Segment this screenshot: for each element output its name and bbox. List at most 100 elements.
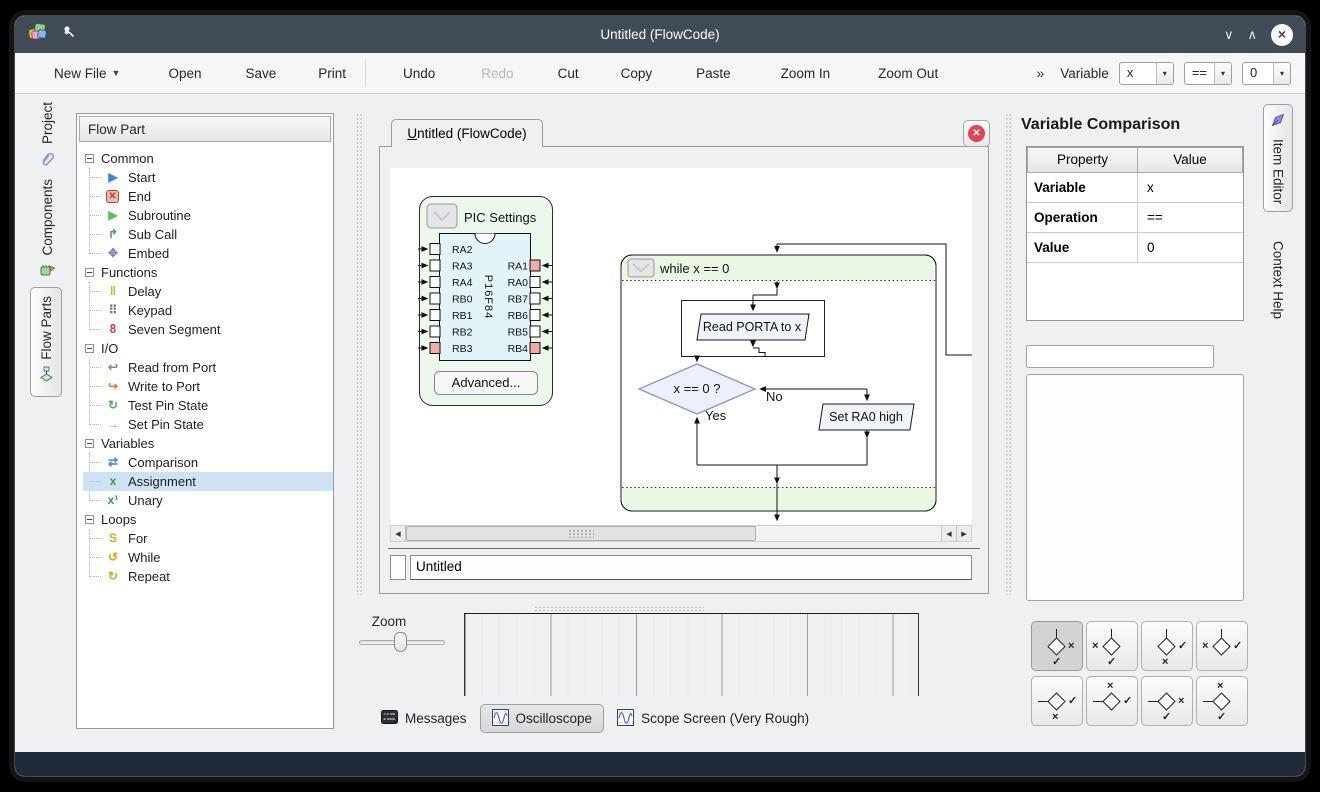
value-combobox[interactable]: 0 ▾ [1242, 62, 1291, 85]
palette-item-read-from-port[interactable]: ↩Read from Port [83, 358, 333, 377]
zoom-out-button[interactable]: Zoom Out [863, 53, 953, 93]
chip-pin[interactable] [530, 343, 540, 354]
decision-layout-button[interactable]: ×✓ [1141, 621, 1193, 671]
decision-layout-button[interactable]: ×✓ [1196, 676, 1248, 726]
chip-pin[interactable] [430, 260, 440, 271]
variable-combobox[interactable]: x ▾ [1119, 62, 1174, 85]
palette-item-start[interactable]: ▶Start [83, 168, 333, 187]
horizontal-scrollbar[interactable]: ◀ ◀ ▶ [390, 525, 972, 542]
copy-button[interactable]: Copy [606, 53, 668, 93]
open-button[interactable]: Open [153, 53, 216, 93]
chip-pin[interactable] [430, 310, 440, 321]
palette-item-repeat[interactable]: ↻Repeat [83, 567, 333, 586]
chip-pin[interactable] [430, 277, 440, 288]
chip-pin[interactable] [530, 260, 540, 271]
scroll-left-icon[interactable]: ◀ [941, 526, 956, 541]
chip-pin[interactable] [430, 326, 440, 337]
tree-group[interactable]: Loops [83, 510, 333, 529]
decision-layout-button[interactable]: ×✓ [1086, 676, 1138, 726]
undo-button[interactable]: Undo [388, 53, 450, 93]
chip-pin[interactable] [430, 343, 440, 354]
chip-pin[interactable] [530, 310, 540, 321]
zoom-slider-thumb[interactable] [394, 632, 407, 652]
palette-item-assignment[interactable]: xAssignment [83, 472, 333, 491]
palette-item-set-pin-state[interactable]: →Set Pin State [83, 415, 333, 434]
palette-item-seven-segment[interactable]: 8Seven Segment [83, 320, 333, 339]
palette-item-for[interactable]: SFor [83, 529, 333, 548]
read-porta-block[interactable]: Read PORTA to x [697, 314, 809, 340]
item-editor-listbox[interactable] [1026, 374, 1244, 601]
chip-pin[interactable] [530, 293, 540, 304]
flowchart-canvas[interactable]: PIC Settings RA2RA3RA4RB0RB1RB2RB3RA1RA0… [390, 168, 972, 525]
palette-item-while[interactable]: ↺While [83, 548, 333, 567]
left-splitter[interactable] [356, 113, 363, 595]
tab-untitled-flowcode[interactable]: Untitled (FlowCode) [391, 119, 543, 147]
chevron-down-icon[interactable]: ▾ [1214, 63, 1231, 84]
collapse-icon[interactable] [85, 154, 94, 163]
tree-group[interactable]: Functions [83, 263, 333, 282]
tab-messages[interactable]: Messages [375, 704, 473, 733]
palette-item-sub-call[interactable]: ↱Sub Call [83, 225, 333, 244]
tree-group[interactable]: Common [83, 149, 333, 168]
decision-layout-button[interactable]: ×✓ [1196, 621, 1248, 671]
chevron-down-icon[interactable]: ▾ [1156, 63, 1173, 84]
advanced-button[interactable]: Advanced... [435, 372, 538, 395]
palette-item-test-pin-state[interactable]: ↻Test Pin State [83, 396, 333, 415]
scroll-left-icon[interactable]: ◀ [391, 526, 406, 541]
palette-item-delay[interactable]: ‖Delay [83, 282, 333, 301]
collapse-icon[interactable] [85, 515, 94, 524]
scrollbar-track[interactable] [756, 526, 941, 541]
chip-pin[interactable] [430, 293, 440, 304]
save-button[interactable]: Save [230, 53, 291, 93]
paste-button[interactable]: Paste [681, 53, 746, 93]
decision-layout-button[interactable]: ×✓ [1141, 676, 1193, 726]
close-document-button[interactable]: ✕ [963, 120, 990, 147]
right-splitter[interactable] [1005, 113, 1012, 595]
oscilloscope-splitter[interactable] [534, 606, 704, 611]
tab-project[interactable]: Project [31, 102, 63, 173]
doc-name-checkbox[interactable] [390, 555, 406, 580]
close-window-icon[interactable]: × [1271, 24, 1293, 46]
scrollbar-thumb[interactable] [406, 526, 756, 541]
new-file-button[interactable]: New File▼ [39, 53, 135, 93]
chip-pin[interactable] [530, 326, 540, 337]
chevron-down-icon[interactable]: ▾ [1273, 63, 1290, 84]
doc-name-field[interactable]: Untitled [410, 555, 972, 580]
collapse-icon[interactable] [85, 344, 94, 353]
decision-layout-button[interactable]: ×✓ [1031, 621, 1083, 671]
tab-context-help[interactable]: Context Help [1263, 241, 1293, 319]
pic-settings-group[interactable]: PIC Settings RA2RA3RA4RB0RB1RB2RB3RA1RA0… [418, 197, 553, 406]
while-loop-group[interactable]: while x == 0 Read PORTA to x x == 0 ? [621, 244, 972, 521]
scroll-right-icon[interactable]: ▶ [956, 526, 971, 541]
tab-item-editor[interactable]: Item Editor [1263, 104, 1293, 212]
toolbar-overflow-icon[interactable]: » [1036, 65, 1044, 81]
palette-item-write-to-port[interactable]: ↪Write to Port [83, 377, 333, 396]
tab-scope-screen[interactable]: Scope Screen (Very Rough) [611, 704, 815, 733]
palette-item-unary[interactable]: x¹Unary [83, 491, 333, 510]
decision-layout-button[interactable]: ×✓ [1031, 676, 1083, 726]
tree-group[interactable]: I/O [83, 339, 333, 358]
cut-button[interactable]: Cut [543, 53, 594, 93]
chip-pin[interactable] [430, 244, 440, 255]
pin-icon[interactable] [61, 24, 77, 45]
operation-combobox[interactable]: == ▾ [1184, 62, 1232, 85]
zoom-in-button[interactable]: Zoom In [766, 53, 846, 93]
minimize-icon[interactable]: ∨ [1224, 27, 1234, 43]
palette-item-subroutine[interactable]: ▶Subroutine [83, 206, 333, 225]
tab-components[interactable]: Components [31, 179, 63, 283]
palette-item-embed[interactable]: ✥Embed [83, 244, 333, 263]
maximize-icon[interactable]: ∧ [1247, 27, 1257, 43]
item-editor-input[interactable] [1026, 345, 1214, 368]
table-row[interactable]: Operation == [1027, 203, 1243, 233]
collapse-icon[interactable] [85, 268, 94, 277]
palette-item-end[interactable]: ✕End [83, 187, 333, 206]
palette-item-comparison[interactable]: ⇄Comparison [83, 453, 333, 472]
tab-oscilloscope[interactable]: Oscilloscope [480, 704, 605, 733]
palette-item-keypad[interactable]: ⠿Keypad [83, 301, 333, 320]
collapse-icon[interactable] [85, 439, 94, 448]
tree-group[interactable]: Variables [83, 434, 333, 453]
while-collapse-button[interactable] [628, 259, 654, 277]
redo-button[interactable]: Redo [466, 53, 528, 93]
chip-pin[interactable] [530, 277, 540, 288]
table-row[interactable]: Variable x [1027, 173, 1243, 203]
